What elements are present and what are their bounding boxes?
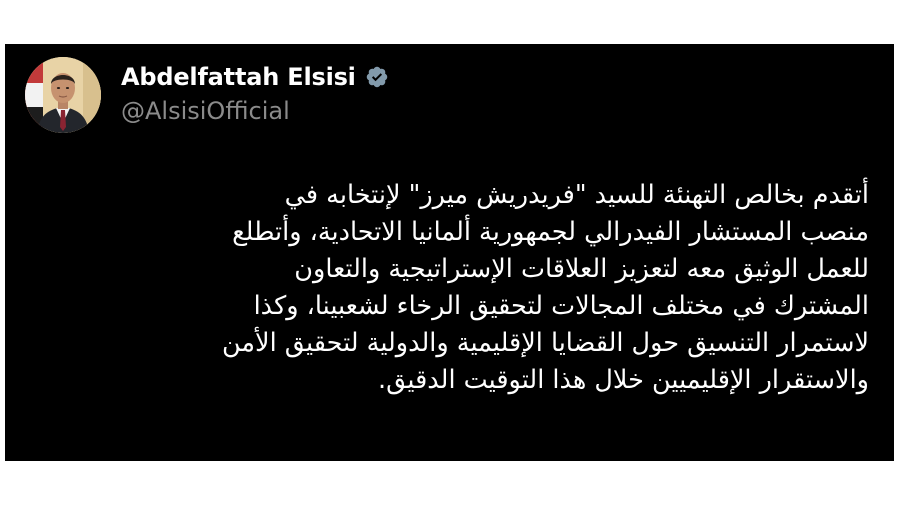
tweet-text-line: لاستمرار التنسيق حول القضايا الإقليمية و… [221,328,869,358]
tweet-text-line: والاستقرار الإقليميين خلال هذا التوقيت ا… [378,365,869,395]
avatar-portrait-image [25,57,101,133]
tweet-text-line: منصب المستشار الفيدرالي لجمهورية ألمانيا… [232,217,869,247]
author-name-row: Abdelfattah Elsisi [121,62,389,92]
tweet-text-line: أتقدم بخالص التهنئة للسيد "فريدريش ميرز"… [284,180,869,210]
tweet-card: Abdelfattah Elsisi @AlsisiOfficial أتقدم… [5,44,894,461]
avatar[interactable] [25,57,101,133]
author-handle[interactable]: @AlsisiOfficial [121,96,290,126]
author-display-name[interactable]: Abdelfattah Elsisi [121,62,356,92]
tweet-text-line: المشترك في مختلف المجالات لتحقيق الرخاء … [253,291,869,321]
tweet-body-text: أتقدم بخالص التهنئة للسيد "فريدريش ميرز"… [97,177,869,399]
verified-badge-icon [365,65,389,89]
tweet-text-line: للعمل الوثيق معه لتعزيز العلاقات الإسترا… [294,254,869,284]
